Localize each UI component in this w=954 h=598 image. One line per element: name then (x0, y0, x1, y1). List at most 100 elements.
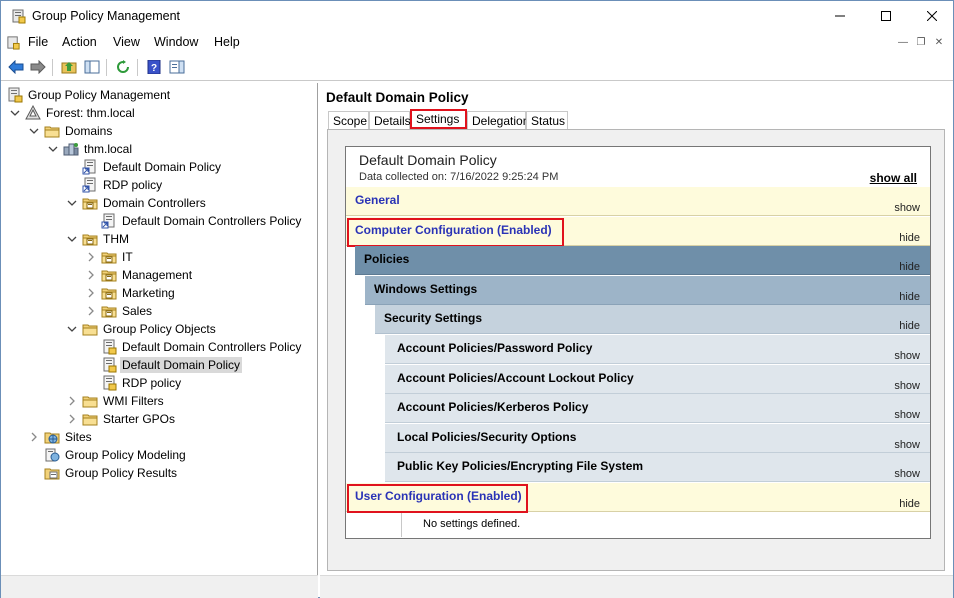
show-link[interactable]: show (894, 380, 920, 392)
tree-node[interactable]: WMI Filters (66, 392, 166, 410)
tree-node[interactable]: Default Domain Controllers Policy (85, 338, 303, 356)
tree-node[interactable]: thm.local (47, 140, 134, 158)
tree-node[interactable]: Management (85, 266, 194, 284)
toolbar-separator (137, 59, 138, 76)
show-hide-tree-button[interactable] (82, 58, 101, 76)
tree-horizontal-scrollbar[interactable] (1, 575, 318, 598)
collapse-chevron-icon[interactable] (47, 143, 59, 155)
tree-node-label: Group Policy Results (65, 466, 178, 480)
folder-icon (44, 123, 60, 139)
menu-file[interactable]: File (28, 35, 48, 49)
forward-button[interactable] (28, 58, 47, 76)
tab-scope[interactable]: Scope (328, 111, 369, 129)
sites-icon (44, 429, 60, 445)
show-link[interactable]: show (894, 468, 920, 480)
details-horizontal-scrollbar[interactable] (320, 575, 953, 598)
collapse-chevron-icon[interactable] (66, 233, 78, 245)
expand-chevron-icon[interactable] (85, 251, 97, 263)
tree-node[interactable]: Sites (28, 428, 94, 446)
forest-icon (25, 104, 41, 121)
tab-details[interactable]: Details (369, 111, 411, 129)
hide-link[interactable]: hide (899, 498, 920, 510)
report-section-heading: Policies (364, 252, 410, 266)
report-section-heading: General (355, 193, 400, 207)
tree-node[interactable]: Sales (85, 302, 154, 320)
close-icon (927, 11, 937, 21)
ou-icon (101, 303, 117, 319)
folder-icon (82, 393, 98, 409)
console-tree-icon (84, 60, 99, 74)
properties-pane-button[interactable] (167, 58, 186, 76)
toolbar-separator (52, 59, 53, 76)
expand-chevron-icon[interactable] (85, 305, 97, 317)
show-link[interactable]: show (894, 439, 920, 451)
show-link[interactable]: show (894, 202, 920, 214)
mdi-restore-icon[interactable]: ❐ (913, 34, 929, 50)
tree-node[interactable]: Group Policy Objects (66, 320, 218, 338)
tree-node[interactable]: IT (85, 248, 135, 266)
collapse-chevron-icon[interactable] (28, 125, 40, 137)
expand-chevron-icon[interactable] (28, 431, 40, 443)
hide-link[interactable]: hide (899, 291, 920, 303)
up-folder-button[interactable] (59, 58, 78, 76)
hide-link[interactable]: hide (899, 320, 920, 332)
collapse-chevron-icon[interactable] (66, 323, 78, 335)
menu-view[interactable]: View (113, 35, 140, 49)
expand-chevron-icon[interactable] (66, 395, 78, 407)
menu-action[interactable]: Action (62, 35, 97, 49)
help-icon: ? (147, 60, 160, 74)
tree-node[interactable]: Default Domain Policy (66, 158, 223, 176)
console-icon (7, 36, 20, 50)
menu-help[interactable]: Help (214, 35, 240, 49)
collapse-chevron-icon[interactable] (9, 107, 21, 119)
report-section: Account Policies/Password Policy show (385, 335, 930, 364)
tab-settings[interactable]: Settings (410, 109, 467, 129)
collapse-chevron-icon[interactable] (66, 197, 78, 209)
menu-window[interactable]: Window (154, 35, 198, 49)
tab-status[interactable]: Status (526, 111, 568, 129)
minimize-button[interactable] (817, 1, 863, 31)
tree-node[interactable]: Default Domain Policy (85, 356, 243, 374)
maximize-button[interactable] (863, 1, 909, 31)
tab-delegation[interactable]: Delegation (467, 111, 529, 129)
tree-node[interactable]: RDP policy (66, 176, 164, 194)
refresh-button[interactable] (113, 58, 132, 76)
report-section-heading: Local Policies/Security Options (397, 430, 577, 444)
tree-node[interactable]: Starter GPOs (66, 410, 177, 428)
show-link[interactable]: show (894, 409, 920, 421)
hide-link[interactable]: hide (899, 261, 920, 273)
gpo-title: Default Domain Policy (326, 90, 469, 105)
tree-node[interactable]: Default Domain Controllers Policy (85, 212, 303, 230)
show-all-link[interactable]: show all (870, 171, 917, 185)
console-tree: Group Policy Management Forest: thm.local… (1, 83, 318, 575)
hide-link[interactable]: hide (899, 232, 920, 244)
show-link[interactable]: show (894, 350, 920, 362)
help-button[interactable]: ? (144, 58, 163, 76)
tree-node[interactable]: THM (66, 230, 131, 248)
tree-node[interactable]: Group Policy Management (7, 86, 172, 104)
tree-node[interactable]: Forest: thm.local (9, 104, 137, 122)
expand-chevron-icon[interactable] (66, 413, 78, 425)
tree-node-label: WMI Filters (103, 394, 164, 408)
tree-node[interactable]: Group Policy Results (28, 464, 179, 482)
expand-chevron-icon[interactable] (85, 269, 97, 281)
tree-node[interactable]: Marketing (85, 284, 177, 302)
tree-node[interactable]: Group Policy Modeling (28, 446, 188, 464)
tree-node[interactable]: Domains (28, 122, 114, 140)
ou-icon (101, 249, 117, 265)
close-button[interactable] (909, 1, 954, 31)
expand-chevron-icon[interactable] (85, 287, 97, 299)
mdi-close-icon[interactable]: ✕ (931, 34, 947, 50)
mdi-minimize-icon[interactable]: — (895, 34, 911, 50)
minimize-icon (835, 15, 845, 17)
report-collected-date: Data collected on: 7/16/2022 9:25:24 PM (359, 171, 559, 183)
back-button[interactable] (6, 58, 25, 76)
tree-node[interactable]: RDP policy (85, 374, 183, 392)
report-section: Account Policies/Kerberos Policy show (385, 394, 930, 423)
tree-node-label: Sales (122, 304, 153, 318)
tree-node[interactable]: Domain Controllers (66, 194, 208, 212)
report-section: General show (346, 187, 930, 216)
